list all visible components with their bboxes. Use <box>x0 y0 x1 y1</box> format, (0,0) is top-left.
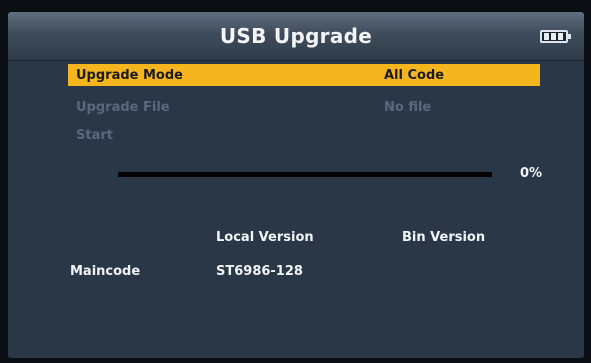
title-bar: USB Upgrade <box>8 12 584 61</box>
menu-item-start[interactable]: Start <box>68 124 540 146</box>
battery-icon <box>540 30 571 43</box>
menu-item-label: Upgrade Mode <box>76 68 183 83</box>
maincode-local-version: ST6986-128 <box>216 264 303 279</box>
upgrade-mode-value: All Code <box>384 68 445 83</box>
local-version-header: Local Version <box>216 230 314 245</box>
maincode-label: Maincode <box>70 264 141 279</box>
menu-item-label: Start <box>76 128 113 143</box>
usb-upgrade-screen: USB Upgrade Upgrade Mode All Code Upgrad… <box>8 12 584 358</box>
menu-item-label: Upgrade File <box>76 100 170 115</box>
upgrade-file-value: No file <box>384 100 432 115</box>
progress-bar <box>118 172 492 177</box>
bin-version-header: Bin Version <box>402 230 486 245</box>
menu-item-upgrade-file[interactable]: Upgrade File No file <box>68 96 540 118</box>
menu-item-upgrade-mode[interactable]: Upgrade Mode All Code <box>68 64 540 86</box>
progress-percent: 0% <box>520 166 543 181</box>
page-title: USB Upgrade <box>219 24 373 48</box>
